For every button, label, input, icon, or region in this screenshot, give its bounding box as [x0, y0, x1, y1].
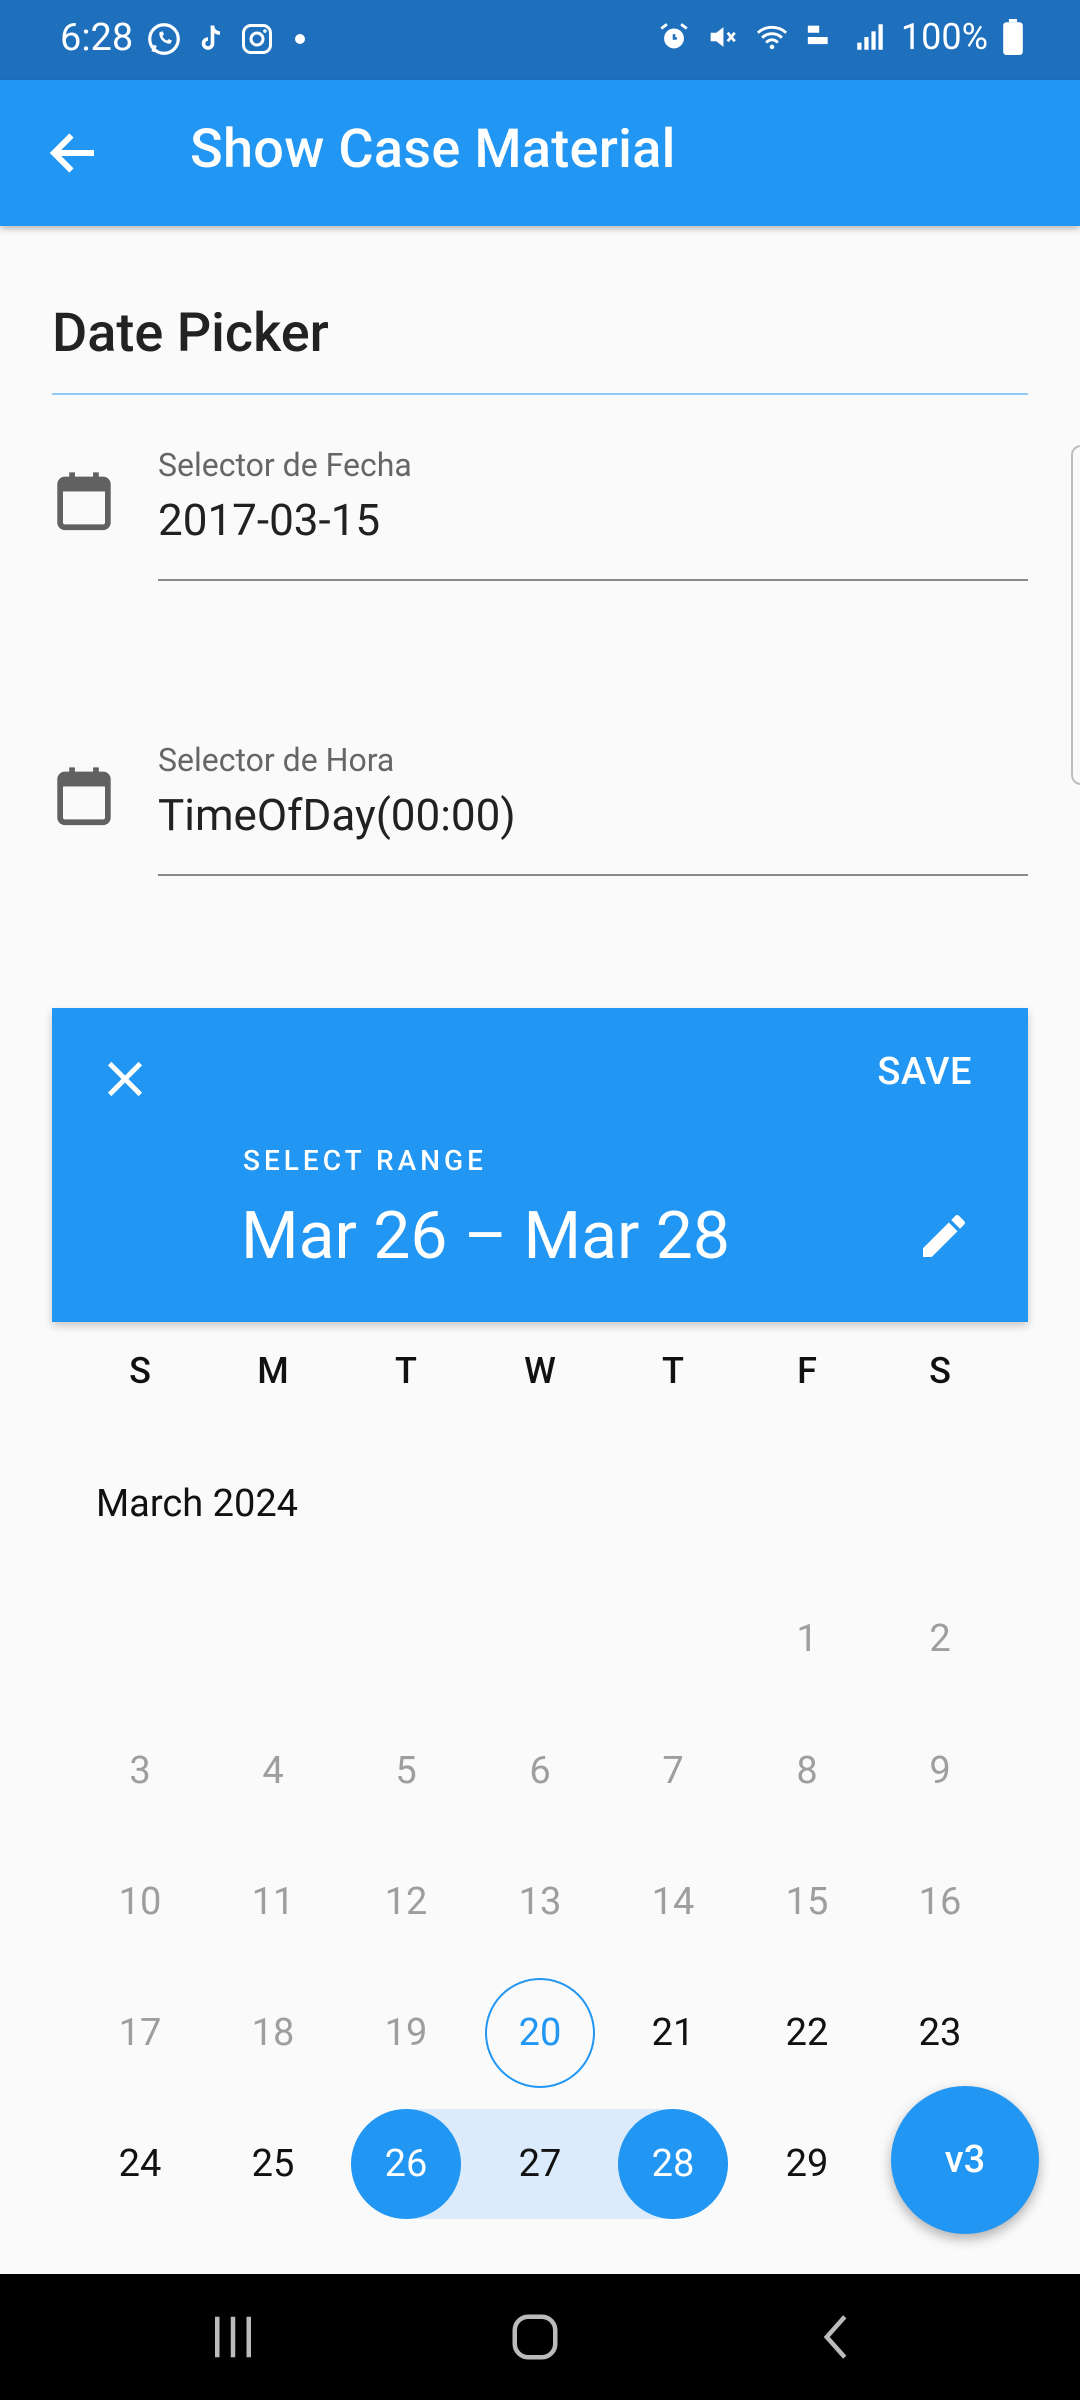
calendar-day: 16 — [918, 1880, 962, 1924]
month-label: March 2024 — [96, 1482, 299, 1526]
calendar-day: 3 — [129, 1749, 151, 1793]
calendar-day: 10 — [118, 1880, 162, 1924]
calendar-day: 9 — [929, 1749, 951, 1793]
section-divider — [52, 393, 1028, 395]
system-status: 100% — [657, 16, 1024, 58]
mute-icon — [710, 27, 736, 47]
alarm-icon — [660, 23, 688, 49]
time-field-value[interactable]: TimeOfDay(00:00) — [158, 789, 516, 841]
volte-icon — [807, 25, 828, 45]
calendar-day[interactable]: 24 — [85, 2109, 195, 2219]
date-field-underline — [158, 579, 1028, 581]
date-field-value[interactable]: 2017-03-15 — [158, 494, 380, 546]
weekday-label: T — [662, 1350, 684, 1392]
weekday-label: T — [395, 1350, 417, 1392]
weekday-label: W — [524, 1350, 556, 1392]
status-time: 6:28 — [60, 16, 134, 60]
calendar-day[interactable]: 25 — [218, 2109, 328, 2219]
time-field-underline — [158, 874, 1028, 876]
calendar-day: 5 — [395, 1749, 417, 1793]
calendar-day: 4 — [262, 1749, 284, 1793]
tiktok-icon — [201, 25, 221, 50]
dot-icon — [295, 34, 305, 44]
calendar-day[interactable]: 26 — [351, 2109, 461, 2219]
calendar-day: 15 — [785, 1880, 829, 1924]
calendar-day: 19 — [384, 2011, 428, 2055]
calendar-day: 17 — [118, 2011, 162, 2055]
calendar-day: 14 — [651, 1880, 695, 1924]
calendar-day[interactable]: 29 — [752, 2109, 862, 2219]
calendar-day: 12 — [384, 1880, 428, 1924]
instagram-icon — [242, 24, 272, 54]
app-title: Show Case Material — [190, 118, 676, 181]
calendar-day[interactable]: 22 — [752, 1978, 862, 2088]
time-field-label: Selector de Hora — [158, 741, 395, 779]
calendar-day: 2 — [929, 1617, 951, 1661]
calendar-day[interactable]: 20 — [485, 1978, 595, 2088]
scroll-indicator[interactable] — [1071, 445, 1080, 785]
back-arrow-icon[interactable] — [44, 123, 104, 183]
status-bar: 6:28 100% — [0, 0, 1080, 80]
battery-icon — [1003, 19, 1023, 55]
navigation-bar — [0, 2274, 1080, 2400]
weekday-label: S — [929, 1350, 951, 1392]
section-title: Date Picker — [52, 302, 329, 365]
calendar-icon — [57, 472, 111, 531]
range-picker-header: SAVE SELECT RANGE Mar 26 – Mar 28 — [52, 1008, 1028, 1322]
app-bar: Show Case Material — [0, 80, 1080, 226]
calendar-day: 1 — [796, 1617, 818, 1661]
calendar-day[interactable]: 21 — [618, 1978, 728, 2088]
whatsapp-icon — [148, 23, 180, 55]
battery-percent: 100% — [900, 16, 988, 58]
calendar-day: 11 — [251, 1880, 295, 1924]
home-icon[interactable] — [505, 2310, 565, 2364]
weekday-label: S — [129, 1350, 151, 1392]
calendar-day: 8 — [796, 1749, 818, 1793]
calendar-day[interactable]: 27 — [485, 2109, 595, 2219]
edit-pencil-icon[interactable] — [916, 1208, 972, 1264]
select-range-label: SELECT RANGE — [243, 1144, 487, 1177]
signal-icon — [857, 24, 883, 50]
calendar-day[interactable]: 28 — [618, 2109, 728, 2219]
weekday-label: F — [797, 1350, 817, 1392]
notification-icons — [145, 20, 315, 58]
close-icon[interactable] — [102, 1056, 148, 1102]
back-nav-icon[interactable] — [808, 2310, 868, 2364]
recent-apps-icon[interactable] — [203, 2310, 263, 2364]
save-button[interactable]: SAVE — [877, 1050, 972, 1094]
weekday-label: M — [257, 1350, 289, 1392]
calendar-day[interactable]: 23 — [885, 1978, 995, 2088]
wifi-icon — [756, 25, 788, 50]
calendar-day: 18 — [251, 2011, 295, 2055]
date-field-label: Selector de Fecha — [158, 446, 412, 484]
calendar-icon — [57, 767, 111, 826]
selected-range-text: Mar 26 – Mar 28 — [241, 1198, 730, 1275]
calendar-day: 13 — [518, 1880, 562, 1924]
calendar-day: 7 — [662, 1749, 684, 1793]
version-fab[interactable]: v3 — [891, 2086, 1039, 2234]
calendar-day: 6 — [529, 1749, 551, 1793]
